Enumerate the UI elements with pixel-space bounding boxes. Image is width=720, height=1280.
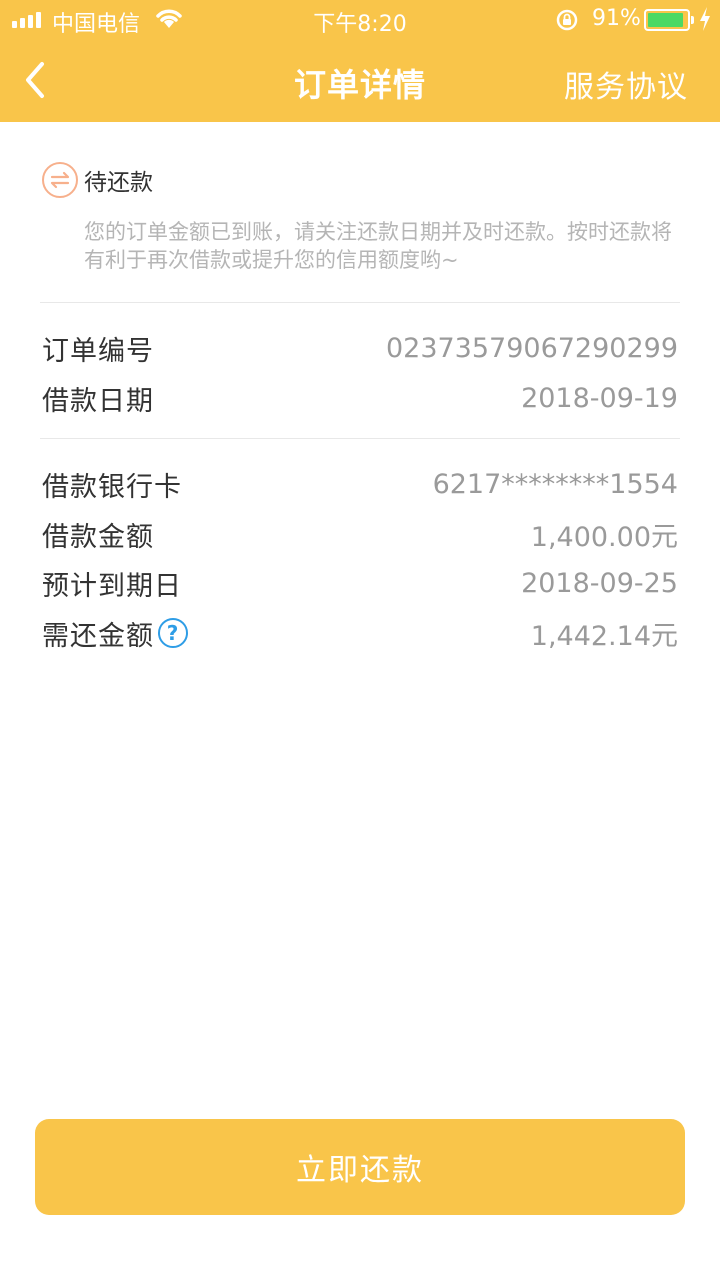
charging-icon [698, 6, 712, 38]
order-status: 待还款 [42, 162, 153, 198]
repay-amount-value: 1,442.14元 [530, 620, 678, 652]
loan-date-row: 借款日期 2018-09-19 [42, 378, 678, 418]
order-number-label: 订单编号 [42, 335, 154, 367]
loan-amount-label: 借款金额 [42, 521, 154, 553]
repay-amount-label-group: 需还金额 ? [42, 614, 188, 653]
bank-card-value: 6217********1554 [432, 468, 678, 500]
loan-amount-row: 借款金额 1,400.00元 [42, 514, 678, 554]
status-description: 您的订单金额已到账，请关注还款日期并及时还款。按时还款将有利于再次借款或提升您的… [84, 220, 672, 272]
service-agreement-link[interactable]: 服务协议 [564, 62, 688, 106]
repay-now-button[interactable]: 立即还款 [35, 1119, 685, 1215]
due-date-label: 预计到期日 [42, 570, 182, 602]
repay-amount-label: 需还金额 [42, 620, 154, 652]
status-bar: 中国电信 下午8:20 91% [0, 0, 720, 40]
bank-card-label: 借款银行卡 [42, 471, 182, 503]
due-date-value: 2018-09-25 [521, 567, 678, 599]
header: 中国电信 下午8:20 91% 订单详情 服务协议 [0, 0, 720, 122]
divider [40, 438, 680, 439]
help-icon[interactable]: ? [158, 618, 188, 648]
bank-card-row: 借款银行卡 6217********1554 [42, 464, 678, 504]
loan-date-label: 借款日期 [42, 385, 154, 417]
divider [40, 302, 680, 303]
loan-date-value: 2018-09-19 [521, 382, 678, 414]
status-label: 待还款 [84, 170, 153, 196]
due-date-row: 预计到期日 2018-09-25 [42, 563, 678, 603]
battery-icon [644, 9, 694, 31]
loan-amount-value: 1,400.00元 [530, 521, 678, 553]
order-number-row: 订单编号 02373579067290299 [42, 328, 678, 368]
exchange-icon [42, 162, 78, 198]
order-number-value: 02373579067290299 [385, 332, 678, 364]
repay-amount-row: 需还金额 ? 1,442.14元 [42, 613, 678, 653]
battery-percent: 91% [592, 6, 641, 31]
rotation-lock-icon [555, 8, 579, 38]
battery-fill [648, 13, 683, 27]
